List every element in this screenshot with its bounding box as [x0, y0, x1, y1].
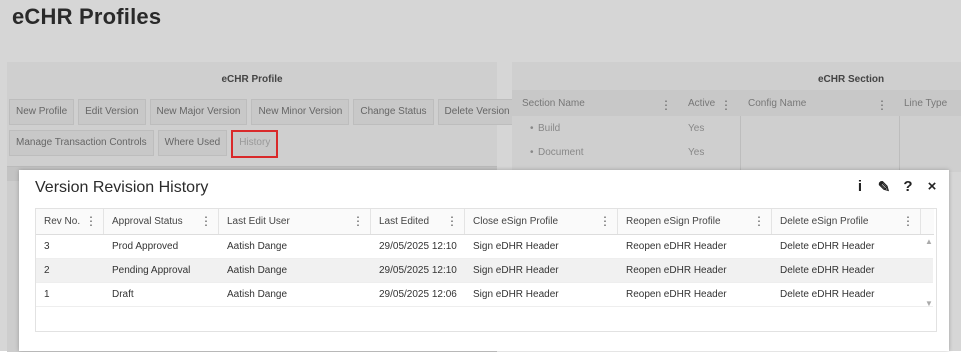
edit-version-button[interactable]: Edit Version: [78, 99, 146, 125]
kebab-icon[interactable]: ⋮: [200, 209, 212, 234]
delete-version-button[interactable]: Delete Version: [437, 99, 517, 125]
section-name: Build: [538, 123, 561, 134]
edit-icon[interactable]: ✎: [877, 178, 891, 196]
history-button[interactable]: History: [231, 130, 279, 158]
table-row[interactable]: 1 Draft Aatish Dange 29/05/2025 12:06 Si…: [36, 283, 933, 307]
scroll-up-icon[interactable]: ▲: [925, 237, 933, 246]
profile-toolbar-row1: New Profile Edit Version New Major Versi…: [9, 99, 517, 125]
kebab-icon[interactable]: ⋮: [85, 209, 97, 234]
col-approval-status[interactable]: Approval Status ⋮: [104, 209, 219, 234]
col-reopen-esign-profile[interactable]: Reopen eSign Profile ⋮: [618, 209, 772, 234]
table-row[interactable]: 3 Prod Approved Aatish Dange 29/05/2025 …: [36, 235, 933, 259]
col-section-name[interactable]: Section Name: [522, 98, 585, 109]
close-icon[interactable]: ×: [925, 178, 939, 196]
kebab-icon[interactable]: ⋮: [660, 98, 672, 112]
col-delete-esign-profile[interactable]: Delete eSign Profile ⋮: [772, 209, 921, 234]
revision-history-grid: Rev No. ⋮ Approval Status ⋮ Last Edit User…: [35, 208, 937, 332]
grid-header: Rev No. ⋮ Approval Status ⋮ Last Edit User…: [36, 209, 934, 235]
tree-bullet-icon: •: [530, 123, 534, 134]
col-line-type[interactable]: Line Type: [904, 98, 947, 109]
kebab-icon[interactable]: ⋮: [599, 209, 611, 234]
where-used-button[interactable]: Where Used: [157, 130, 228, 156]
kebab-icon[interactable]: ⋮: [902, 209, 914, 234]
section-row[interactable]: • Document Yes: [512, 142, 961, 164]
info-icon[interactable]: i: [853, 178, 867, 196]
kebab-icon[interactable]: ⋮: [446, 209, 458, 234]
table-row[interactable]: 2 Pending Approval Aatish Dange 29/05/20…: [36, 259, 933, 283]
col-config-name[interactable]: Config Name: [748, 98, 806, 109]
col-last-edit-user[interactable]: Last Edit User ⋮: [219, 209, 371, 234]
section-active: Yes: [688, 147, 705, 158]
kebab-icon[interactable]: ⋮: [720, 98, 732, 112]
echr-section-title: eCHR Section: [818, 74, 885, 85]
section-table-header: Section Name ⋮ Active ⋮ Config Name ⋮ Li…: [512, 90, 961, 116]
col-last-edited[interactable]: Last Edited ⋮: [371, 209, 465, 234]
profile-toolbar-row2: Manage Transaction Controls Where Used H…: [9, 130, 279, 158]
kebab-icon[interactable]: ⋮: [352, 209, 364, 234]
section-row[interactable]: • Build Yes: [512, 118, 961, 140]
new-profile-button[interactable]: New Profile: [9, 99, 75, 125]
echr-section-panel: eCHR Section Section Name ⋮ Active ⋮ Con…: [512, 62, 961, 198]
echr-profile-title: eCHR Profile: [221, 74, 283, 85]
col-rev-no[interactable]: Rev No. ⋮: [36, 209, 104, 234]
manage-transaction-controls-button[interactable]: Manage Transaction Controls: [9, 130, 154, 156]
scroll-down-icon[interactable]: ▼: [925, 299, 933, 308]
page-title: eCHR Profiles: [12, 4, 162, 29]
dialog-title: Version Revision History: [35, 179, 209, 196]
dialog-toolbar: i ✎ ? ×: [853, 178, 939, 196]
change-status-button[interactable]: Change Status: [353, 99, 434, 125]
col-close-esign-profile[interactable]: Close eSign Profile ⋮: [465, 209, 618, 234]
new-major-version-button[interactable]: New Major Version: [149, 99, 248, 125]
kebab-icon[interactable]: ⋮: [753, 209, 765, 234]
section-name: Document: [538, 147, 584, 158]
new-minor-version-button[interactable]: New Minor Version: [251, 99, 350, 125]
vertical-scrollbar[interactable]: ▲ ▼: [922, 234, 936, 308]
section-active: Yes: [688, 123, 705, 134]
col-active[interactable]: Active: [688, 98, 715, 109]
tree-bullet-icon: •: [530, 147, 534, 158]
version-revision-history-dialog: Version Revision History i ✎ ? × Rev No.…: [19, 170, 949, 351]
kebab-icon[interactable]: ⋮: [876, 98, 888, 112]
help-icon[interactable]: ?: [901, 178, 915, 196]
